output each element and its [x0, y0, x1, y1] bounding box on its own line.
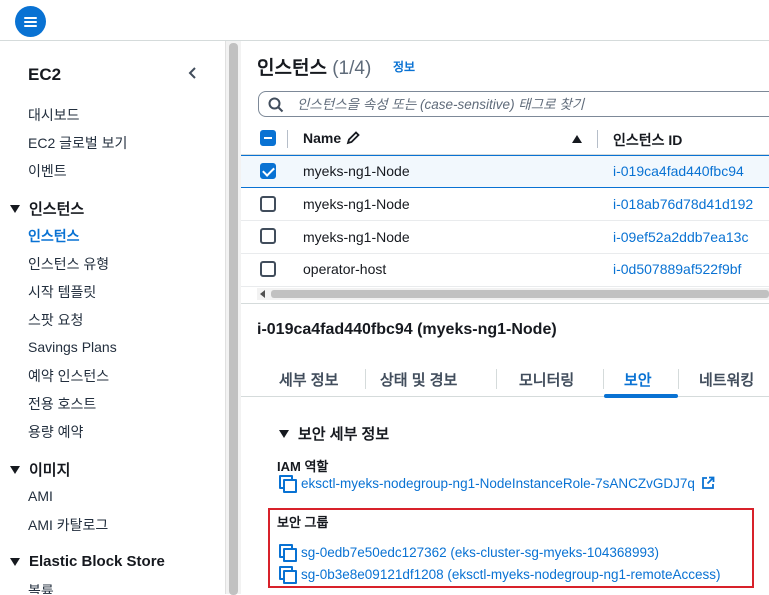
active-tab-indicator — [604, 394, 678, 398]
tab-separator — [603, 369, 604, 389]
search-input[interactable] — [297, 94, 767, 114]
menu-icon[interactable] — [15, 6, 46, 37]
security-group-value[interactable]: sg-0b3e8e09121df1208 (eksctl-myeks-nodeg… — [301, 567, 720, 582]
scrollbar-thumb[interactable] — [229, 43, 238, 595]
tab-networking[interactable]: 네트워킹 — [699, 369, 754, 390]
copy-icon[interactable] — [279, 544, 297, 562]
copy-icon[interactable] — [279, 475, 297, 493]
edit-icon — [346, 131, 360, 145]
caret-down-icon — [10, 557, 20, 566]
sidebar-item-events[interactable]: 이벤트 — [28, 161, 67, 181]
column-divider — [597, 130, 598, 148]
tab-details[interactable]: 세부 정보 — [279, 369, 338, 390]
main-panel: 인스턴스 (1/4) 정보 Name 인스턴스 ID — [241, 41, 769, 594]
sidebar-item-global-view[interactable]: EC2 글로벌 보기 — [28, 133, 127, 153]
sidebar-item-capacity-reservations[interactable]: 용량 예약 — [28, 422, 83, 442]
instance-name: operator-host — [303, 261, 387, 277]
scroll-left-icon[interactable] — [260, 290, 265, 298]
instance-id-link[interactable]: i-0d507889af522f9bf — [613, 261, 741, 277]
table-row[interactable]: myeks-ng1-Node i-019ca4fad440fbc94 — [241, 155, 769, 188]
sidebar-item-reserved-instances[interactable]: 예약 인스턴스 — [28, 366, 109, 386]
scrollbar-thumb[interactable] — [271, 290, 769, 298]
iam-role-label: IAM 역할 — [277, 459, 329, 474]
instance-id-link[interactable]: i-09ef52a2ddb7ea13c — [613, 229, 748, 245]
column-divider — [287, 130, 288, 148]
sidebar-item-ami-catalog[interactable]: AMI 카탈로그 — [28, 515, 108, 535]
column-header-instance-id[interactable]: 인스턴스 ID — [613, 130, 682, 150]
row-checkbox[interactable] — [260, 228, 276, 244]
tab-separator — [678, 369, 679, 389]
iam-role-link[interactable]: eksctl-myeks-nodegroup-ng1-NodeInstanceR… — [279, 475, 715, 493]
tab-separator — [365, 369, 366, 389]
page-title-text: 인스턴스 — [257, 58, 327, 79]
sidebar-section-label: Elastic Block Store — [29, 553, 165, 570]
table-row[interactable]: operator-host i-0d507889af522f9bf — [241, 254, 769, 287]
search-icon — [268, 97, 284, 113]
chevron-left-icon[interactable] — [186, 66, 200, 80]
copy-icon[interactable] — [279, 566, 297, 584]
caret-down-icon — [10, 204, 20, 213]
security-group-value[interactable]: sg-0edb7e50edc127362 (eks-cluster-sg-mye… — [301, 545, 659, 560]
info-link[interactable]: 정보 — [393, 58, 415, 75]
column-header-name[interactable]: Name — [303, 130, 361, 146]
row-checkbox[interactable] — [260, 261, 276, 277]
instance-name: myeks-ng1-Node — [303, 229, 410, 245]
sidebar-section-label: 이미지 — [29, 462, 71, 479]
column-header-name-label: Name — [303, 130, 342, 146]
page-title: 인스턴스 (1/4) — [257, 53, 371, 80]
tab-security[interactable]: 보안 — [624, 369, 652, 390]
split-panel-divider[interactable] — [241, 303, 769, 304]
table-header: Name 인스턴스 ID — [241, 122, 769, 155]
select-all-checkbox[interactable] — [260, 130, 276, 146]
top-bar — [0, 0, 769, 41]
instance-name: myeks-ng1-Node — [303, 196, 410, 212]
external-link-icon[interactable] — [701, 476, 715, 490]
sidebar-section-images[interactable]: 이미지 — [10, 459, 70, 480]
table-row[interactable]: myeks-ng1-Node i-018ab76d78d41d192 — [241, 188, 769, 221]
row-checkbox[interactable] — [260, 163, 276, 179]
sort-ascending-icon[interactable] — [571, 134, 583, 144]
sidebar-item-spot-requests[interactable]: 스팟 요청 — [28, 310, 83, 330]
sidebar-section-instances[interactable]: 인스턴스 — [10, 198, 84, 219]
iam-role-value[interactable]: eksctl-myeks-nodegroup-ng1-NodeInstanceR… — [301, 476, 695, 491]
sidebar-item-instance-types[interactable]: 인스턴스 유형 — [28, 254, 109, 274]
section-label: 보안 세부 정보 — [298, 426, 390, 443]
sidebar-section-label: 인스턴스 — [29, 201, 85, 218]
sidebar-item-dashboard[interactable]: 대시보드 — [28, 105, 80, 125]
sidebar-item-instances[interactable]: 인스턴스 — [28, 226, 80, 246]
sidebar: EC2 대시보드 EC2 글로벌 보기 이벤트 인스턴스 인스턴스 인스턴스 유… — [0, 41, 225, 594]
tab-separator — [496, 369, 497, 389]
sidebar-item-launch-templates[interactable]: 시작 템플릿 — [28, 282, 96, 302]
row-checkbox[interactable] — [260, 196, 276, 212]
instance-id-link[interactable]: i-019ca4fad440fbc94 — [613, 163, 744, 179]
tab-status-alarms[interactable]: 상태 및 경보 — [380, 369, 457, 390]
security-group-link[interactable]: sg-0edb7e50edc127362 (eks-cluster-sg-mye… — [279, 544, 659, 562]
table-row[interactable]: myeks-ng1-Node i-09ef52a2ddb7ea13c — [241, 221, 769, 254]
search-box[interactable] — [258, 91, 769, 117]
instance-name: myeks-ng1-Node — [303, 163, 410, 179]
sidebar-item-savings-plans[interactable]: Savings Plans — [28, 339, 117, 355]
sidebar-scrollbar[interactable] — [225, 41, 241, 595]
security-group-link[interactable]: sg-0b3e8e09121df1208 (eksctl-myeks-nodeg… — [279, 566, 720, 584]
security-details-header[interactable]: 보안 세부 정보 — [279, 423, 389, 444]
tab-monitoring[interactable]: 모니터링 — [519, 369, 574, 390]
caret-down-icon — [279, 429, 289, 438]
caret-down-icon — [10, 465, 20, 474]
security-group-label: 보안 그룹 — [277, 515, 329, 530]
detail-tabs: 세부 정보 상태 및 경보 모니터링 보안 네트워킹 — [241, 361, 769, 398]
sidebar-item-dedicated-hosts[interactable]: 전용 호스트 — [28, 394, 96, 414]
table-horizontal-scrollbar[interactable] — [257, 288, 769, 300]
detail-title: i-019ca4fad440fbc94 (myeks-ng1-Node) — [257, 321, 557, 338]
sidebar-item-volumes[interactable]: 볼륨 — [28, 581, 54, 594]
selection-count: (1/4) — [332, 58, 372, 79]
sidebar-item-ami[interactable]: AMI — [28, 488, 53, 504]
sidebar-section-ebs[interactable]: Elastic Block Store — [10, 553, 165, 570]
sidebar-title: EC2 — [28, 65, 62, 84]
instance-id-link[interactable]: i-018ab76d78d41d192 — [613, 196, 753, 212]
